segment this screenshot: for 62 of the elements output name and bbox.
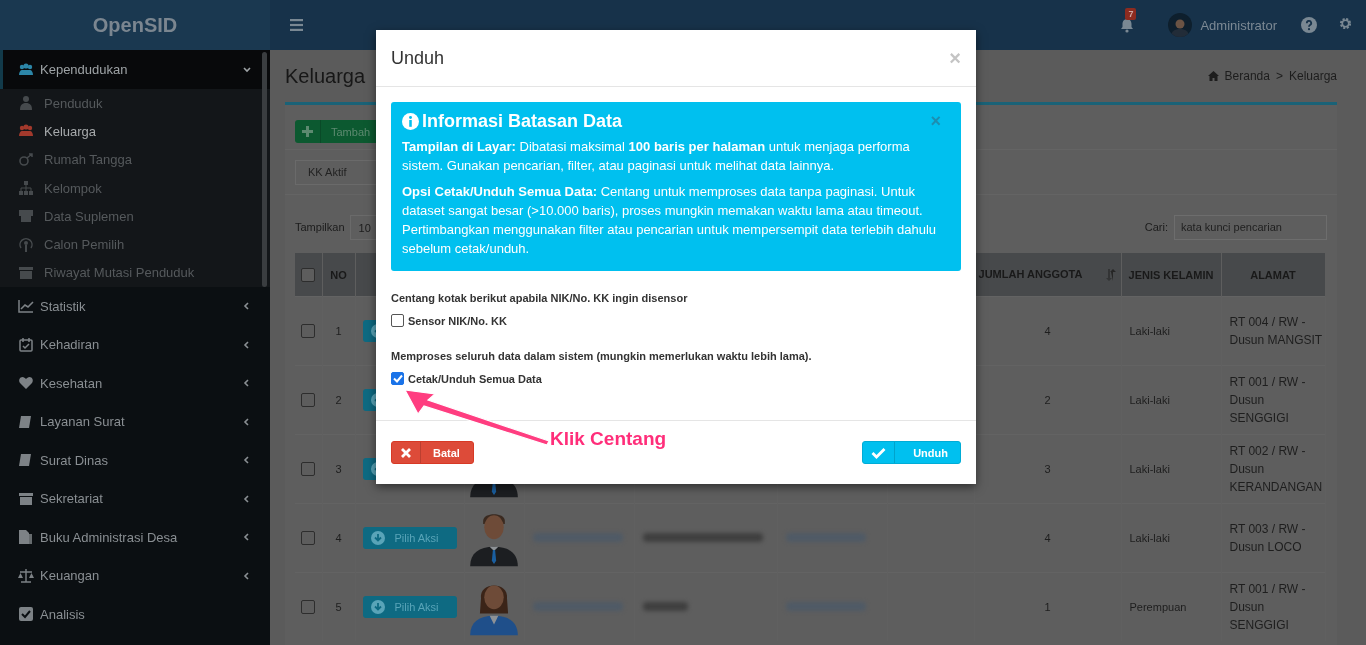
search-label: Cari:: [1144, 221, 1168, 233]
close-button[interactable]: ×: [949, 48, 961, 68]
gender-cell: Laki-laki: [1129, 532, 1170, 544]
sidebar-menu-item[interactable]: Kehadiran: [0, 325, 270, 365]
address-cell: RT 004 / RW - Dusun MANGSIT: [1229, 315, 1323, 347]
sidebar-menu-item[interactable]: Keuangan: [0, 556, 270, 596]
alert-paragraph: Tampilan di Layar: Dibatasi maksimal 100 baris per halaman untuk menjaga performa sistem. Gunakan pencarian, filter, atau paginasi untuk melihat data lainnya.: [402, 138, 911, 175]
alert-title: Informasi Batasan Data: [422, 111, 624, 132]
address-cell: RT 001 / RW - Dusun SENGGIGI: [1229, 582, 1306, 632]
sidebar-menu-item[interactable]: Kependudukan: [0, 50, 270, 89]
sidebar-menu-item[interactable]: Sekretariat: [0, 479, 270, 519]
member-count: 3: [1044, 463, 1051, 475]
row-number: 4: [335, 532, 342, 544]
sidebar-submenu-item[interactable]: Data Suplemen: [0, 202, 270, 231]
sidebar-submenu-item[interactable]: Kelompok: [0, 173, 270, 203]
notification-count: 7: [1125, 7, 1137, 20]
row-number: 3: [335, 463, 342, 475]
option-label[interactable]: Sensor NIK/No. KK: [408, 314, 507, 327]
sidebar-menu-item[interactable]: Surat Dinas: [0, 441, 270, 480]
gender-cell: Laki-laki: [1129, 394, 1170, 406]
option-hint: Memproses seluruh data dalam sistem (mungkin memerlukan waktu lebih lama).: [391, 350, 813, 363]
option-hint: Centang kotak berikut apabila NIK/No. KK ingin disensor: [391, 292, 689, 305]
search-field[interactable]: kata kunci pencarian: [1174, 214, 1327, 240]
modal-title: Unduh: [391, 47, 446, 69]
user-name[interactable]: Administrator: [1200, 17, 1277, 33]
breadcrumb-current: Keluarga: [1288, 69, 1337, 83]
sidebar-menu-item[interactable]: Kesehatan: [0, 364, 270, 403]
sidebar-menu-item[interactable]: Statistik: [0, 287, 270, 326]
close-button[interactable]: ×: [930, 111, 946, 132]
page-size-label: Tampilkan: [295, 221, 345, 233]
page-title: Keluarga: [285, 64, 367, 88]
download-button[interactable]: Unduh: [862, 441, 961, 465]
annotation-text: Klik Centang: [550, 428, 667, 450]
member-count: 4: [1044, 325, 1051, 337]
sidebar-menu-item[interactable]: Buku Administrasi Desa: [0, 518, 270, 557]
gender-cell: Laki-laki: [1129, 325, 1170, 337]
row-number: 1: [335, 325, 342, 337]
gender-cell: Perempuan: [1129, 601, 1187, 613]
sidebar-menu-item[interactable]: Layanan Surat: [0, 402, 270, 442]
sidebar-menu-item[interactable]: Analisis: [0, 595, 270, 634]
option-label[interactable]: Cetak/Unduh Semua Data: [408, 372, 542, 385]
address-cell: RT 001 / RW - Dusun SENGGIGI: [1229, 375, 1306, 425]
gender-cell: Laki-laki: [1129, 463, 1170, 475]
address-cell: RT 003 / RW - Dusun LOCO: [1229, 522, 1306, 554]
sidebar-submenu-item[interactable]: Riwayat Mutasi Penduduk: [0, 258, 270, 288]
breadcrumb-link[interactable]: Beranda: [1224, 69, 1270, 83]
app-logo[interactable]: OpenSID: [92, 13, 178, 37]
address-cell: RT 002 / RW - Dusun KERANDANGAN: [1229, 444, 1323, 494]
member-count: 1: [1044, 601, 1051, 613]
sidebar-submenu-item[interactable]: Calon Pemilih: [0, 230, 270, 259]
cancel-button[interactable]: Batal: [391, 441, 474, 465]
alert-paragraph: Opsi Cetak/Unduh Semua Data: Centang untuk memproses data tanpa paginasi. Untuk dataset sangat besar (>10.000 baris), proses mungkin memakan waktu lama atau timeout. Pertimbangkan menggunakan filter atau pencarian untuk mempersempit data terlebih dahulu sebelum cetak/unduh.: [402, 183, 938, 258]
breadcrumb-separator: >: [1275, 69, 1283, 83]
member-count: 4: [1044, 532, 1051, 544]
row-number: 2: [335, 394, 342, 406]
sidebar-submenu-item[interactable]: Keluarga: [0, 117, 270, 146]
member-count: 2: [1044, 394, 1051, 406]
action-button[interactable]: Pilih Aksi: [362, 527, 457, 549]
row-number: 5: [335, 601, 342, 613]
action-button[interactable]: Pilih Aksi: [362, 596, 457, 618]
sidebar-submenu-item[interactable]: Penduduk: [0, 89, 270, 118]
sidebar-submenu-item[interactable]: Rumah Tangga: [0, 145, 270, 174]
